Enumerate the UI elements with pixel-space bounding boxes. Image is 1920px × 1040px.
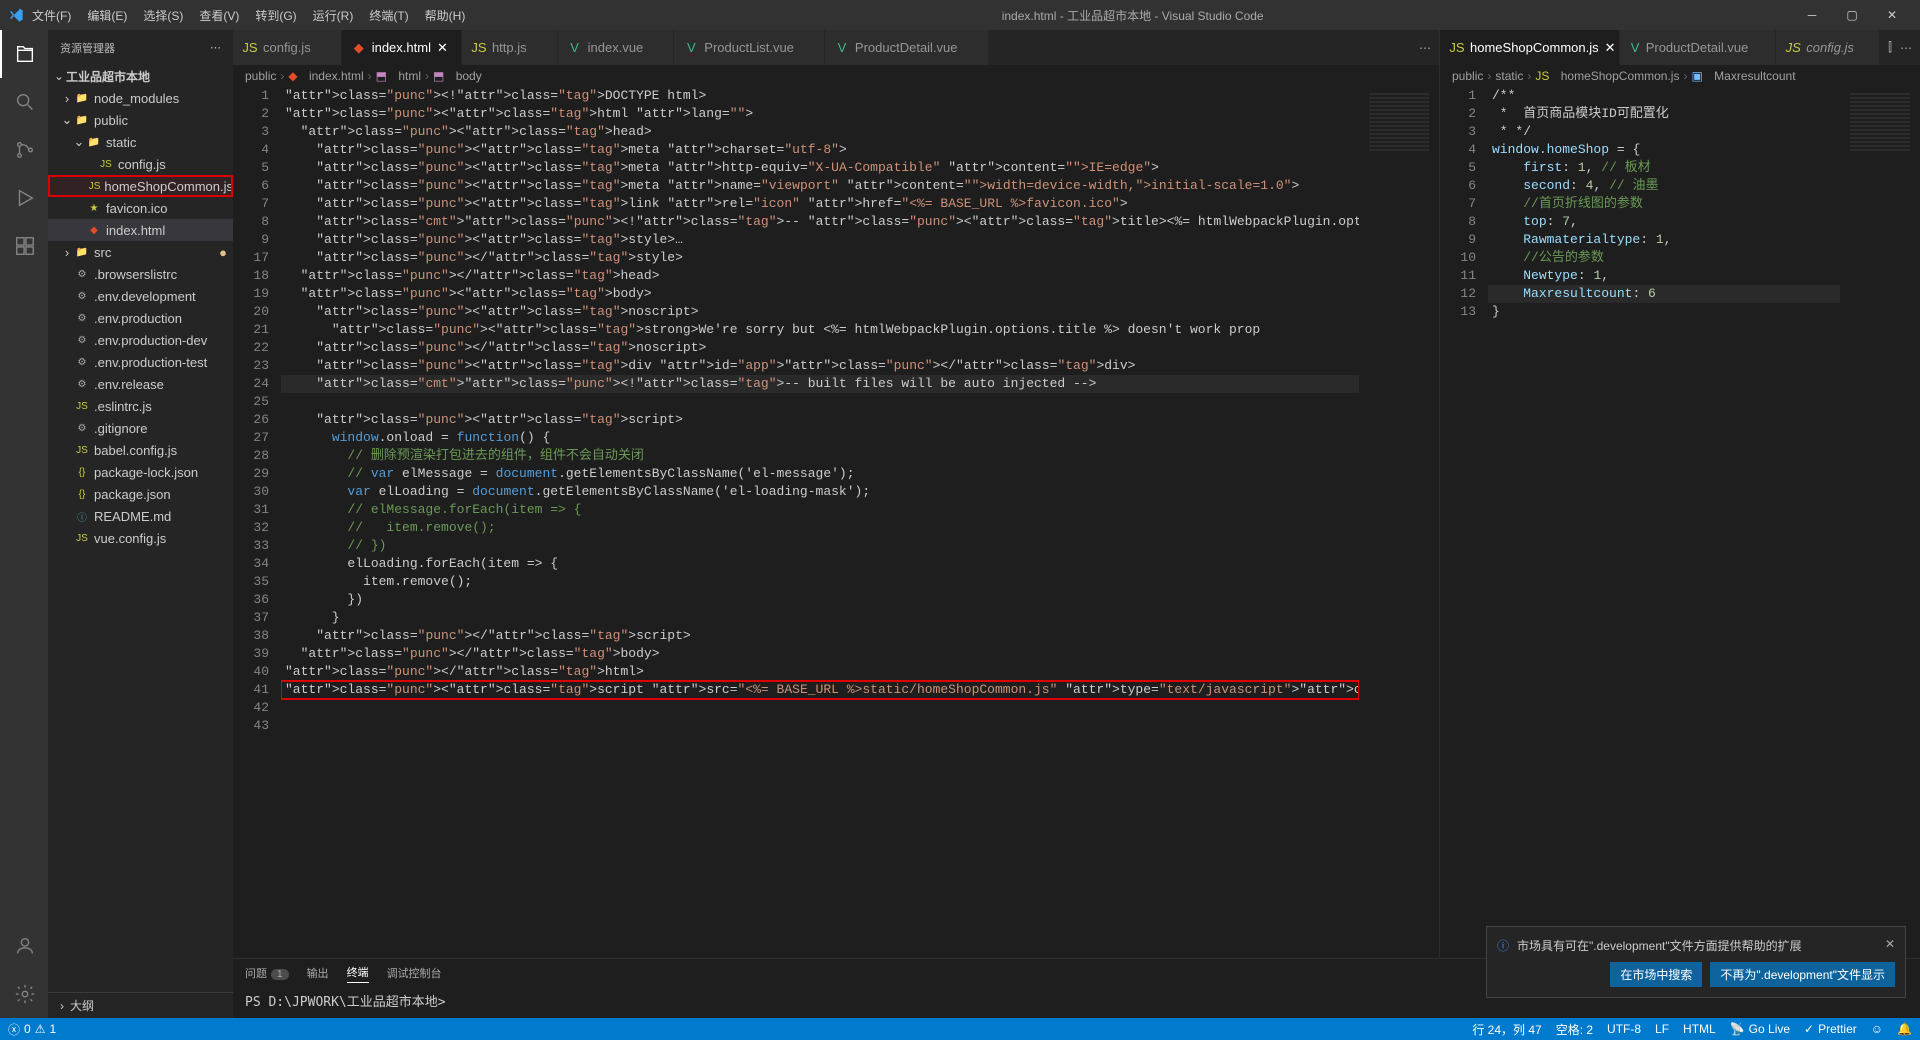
- sidebar-title: 资源管理器: [60, 40, 115, 56]
- source-control-icon[interactable]: [0, 126, 48, 174]
- file-tree-item[interactable]: ⌄📁public: [48, 109, 233, 131]
- accounts-icon[interactable]: [0, 922, 48, 970]
- more-icon[interactable]: ⋯: [1900, 41, 1912, 55]
- editor-tab[interactable]: Vindex.vue✕: [558, 30, 675, 65]
- split-editor-icon[interactable]: ⫿: [1888, 40, 1892, 55]
- notif-search-button[interactable]: 在市场中搜索: [1610, 962, 1702, 987]
- panel-tab-output[interactable]: 输出: [307, 965, 329, 981]
- editor-tab[interactable]: JSconfig.js✕: [1776, 30, 1880, 65]
- sidebar-more-icon[interactable]: ⋯: [210, 41, 221, 54]
- status-bell-icon[interactable]: 🔔: [1897, 1022, 1912, 1036]
- status-lang[interactable]: HTML: [1683, 1022, 1716, 1036]
- menu-view[interactable]: 查看(V): [191, 3, 247, 28]
- run-debug-icon[interactable]: [0, 174, 48, 222]
- close-icon[interactable]: ✕: [1605, 40, 1616, 56]
- menu-edit[interactable]: 编辑(E): [79, 3, 135, 28]
- panel-tab-terminal[interactable]: 终端: [347, 964, 369, 983]
- explorer-sidebar: 资源管理器 ⋯ ⌄工业品超市本地 ›📁node_modules⌄📁public⌄…: [48, 30, 233, 1018]
- menu-run[interactable]: 运行(R): [305, 3, 362, 28]
- menu-file[interactable]: 文件(F): [24, 3, 79, 28]
- menu-select[interactable]: 选择(S): [135, 3, 191, 28]
- status-golive[interactable]: 📡 Go Live: [1730, 1022, 1790, 1036]
- file-tree-item[interactable]: {}package.json: [48, 483, 233, 505]
- close-icon[interactable]: ✕: [437, 40, 451, 56]
- file-tree-item[interactable]: ★favicon.ico: [48, 197, 233, 219]
- settings-gear-icon[interactable]: [0, 970, 48, 1018]
- status-lncol[interactable]: 行 24，列 47: [1472, 1021, 1541, 1038]
- file-tree-item[interactable]: ⚙.browserslistrc: [48, 263, 233, 285]
- file-tree-item[interactable]: ⌄📁static: [48, 131, 233, 153]
- sidebar-outline[interactable]: ›大纲: [48, 992, 233, 1018]
- status-eol[interactable]: LF: [1655, 1022, 1669, 1036]
- status-prettier[interactable]: ✓ Prettier: [1804, 1022, 1857, 1036]
- sidebar-root[interactable]: ⌄工业品超市本地: [48, 65, 233, 87]
- panel-tab-problems[interactable]: 问题1: [245, 965, 289, 981]
- info-icon: ⓘ: [1497, 937, 1509, 954]
- notification-text: 市场具有可在".development"文件方面提供帮助的扩展: [1517, 937, 1802, 954]
- file-tree-item[interactable]: JShomeShopCommon.js: [48, 175, 233, 197]
- title-bar: 文件(F) 编辑(E) 选择(S) 查看(V) 转到(G) 运行(R) 终端(T…: [0, 0, 1920, 30]
- status-errors[interactable]: ⓧ 0 ⚠ 1: [8, 1021, 56, 1038]
- breadcrumb-left[interactable]: public› ◆ index.html› ⬒ html› ⬒ body: [233, 65, 1439, 87]
- editor-group-left: JSconfig.js✕◆index.html✕JShttp.js✕Vindex…: [233, 30, 1440, 958]
- notification-toast: ⓘ 市场具有可在".development"文件方面提供帮助的扩展 ✕ 在市场中…: [1486, 926, 1906, 998]
- panel-tab-debug[interactable]: 调试控制台: [387, 965, 442, 981]
- editor-tab[interactable]: JShomeShopCommon.js✕: [1440, 30, 1620, 65]
- editor-tab[interactable]: JSconfig.js✕: [233, 30, 342, 65]
- file-tree-item[interactable]: JSbabel.config.js: [48, 439, 233, 461]
- maximize-button[interactable]: ▢: [1832, 0, 1872, 30]
- status-feedback-icon[interactable]: ☺: [1871, 1022, 1883, 1036]
- breadcrumb-right[interactable]: public› static› JS homeShopCommon.js› ▣ …: [1440, 65, 1920, 87]
- menu-help[interactable]: 帮助(H): [417, 3, 474, 28]
- editor-tab[interactable]: VProductDetail.vue✕: [825, 30, 989, 65]
- editor-tab[interactable]: ◆index.html✕: [342, 30, 462, 65]
- editor-tab[interactable]: VProductList.vue✕: [674, 30, 825, 65]
- file-tree-item[interactable]: ⚙.gitignore: [48, 417, 233, 439]
- extensions-icon[interactable]: [0, 222, 48, 270]
- file-tree-item[interactable]: ⚙.env.production-test: [48, 351, 233, 373]
- file-tree-item[interactable]: ⓘREADME.md: [48, 505, 233, 527]
- more-tabs-icon[interactable]: ⋯: [1419, 41, 1431, 55]
- activity-bar: [0, 30, 48, 1018]
- editor-tab[interactable]: VProductDetail.vue✕: [1620, 30, 1776, 65]
- close-button[interactable]: ✕: [1872, 0, 1912, 30]
- editor-tab[interactable]: JShttp.js✕: [462, 30, 558, 65]
- window-title: index.html - 工业品超市本地 - Visual Studio Cod…: [473, 7, 1792, 24]
- explorer-icon[interactable]: [0, 30, 48, 78]
- menu-goto[interactable]: 转到(G): [247, 3, 304, 28]
- main-menu: 文件(F) 编辑(E) 选择(S) 查看(V) 转到(G) 运行(R) 终端(T…: [24, 3, 473, 28]
- file-tree-item[interactable]: JSconfig.js: [48, 153, 233, 175]
- status-encoding[interactable]: UTF-8: [1607, 1022, 1641, 1036]
- minimap-right[interactable]: [1840, 87, 1920, 958]
- notif-dismiss-button[interactable]: 不再为".development"文件显示: [1710, 962, 1895, 987]
- file-tree-item[interactable]: {}package-lock.json: [48, 461, 233, 483]
- file-tree-item[interactable]: ›📁node_modules: [48, 87, 233, 109]
- code-editor-right[interactable]: 12345678910111213 /** * 首页商品模块ID可配置化 * *…: [1440, 87, 1920, 958]
- file-tree-item[interactable]: ⚙.env.production: [48, 307, 233, 329]
- file-tree-item[interactable]: JSvue.config.js: [48, 527, 233, 549]
- notification-close-icon[interactable]: ✕: [1885, 937, 1895, 951]
- file-tree-item[interactable]: ⚙.env.development: [48, 285, 233, 307]
- tabs-right: JShomeShopCommon.js✕VProductDetail.vue✕J…: [1440, 30, 1920, 65]
- file-tree-item[interactable]: ›📁src●: [48, 241, 233, 263]
- minimize-button[interactable]: ─: [1792, 0, 1832, 30]
- file-tree-item[interactable]: ⚙.env.production-dev: [48, 329, 233, 351]
- search-icon[interactable]: [0, 78, 48, 126]
- vscode-logo-icon: [8, 7, 24, 23]
- minimap-left[interactable]: [1359, 87, 1439, 958]
- tabs-left: JSconfig.js✕◆index.html✕JShttp.js✕Vindex…: [233, 30, 1439, 65]
- status-spaces[interactable]: 空格: 2: [1556, 1021, 1593, 1038]
- editor-group-right: JShomeShopCommon.js✕VProductDetail.vue✕J…: [1440, 30, 1920, 958]
- file-tree-item[interactable]: ◆index.html: [48, 219, 233, 241]
- menu-terminal[interactable]: 终端(T): [361, 3, 416, 28]
- file-tree-item[interactable]: ⚙.env.release: [48, 373, 233, 395]
- file-tree-item[interactable]: JS.eslintrc.js: [48, 395, 233, 417]
- code-editor-left[interactable]: 1234567891718192021222324252627282930313…: [233, 87, 1439, 958]
- status-bar: ⓧ 0 ⚠ 1 行 24，列 47 空格: 2 UTF-8 LF HTML 📡 …: [0, 1018, 1920, 1040]
